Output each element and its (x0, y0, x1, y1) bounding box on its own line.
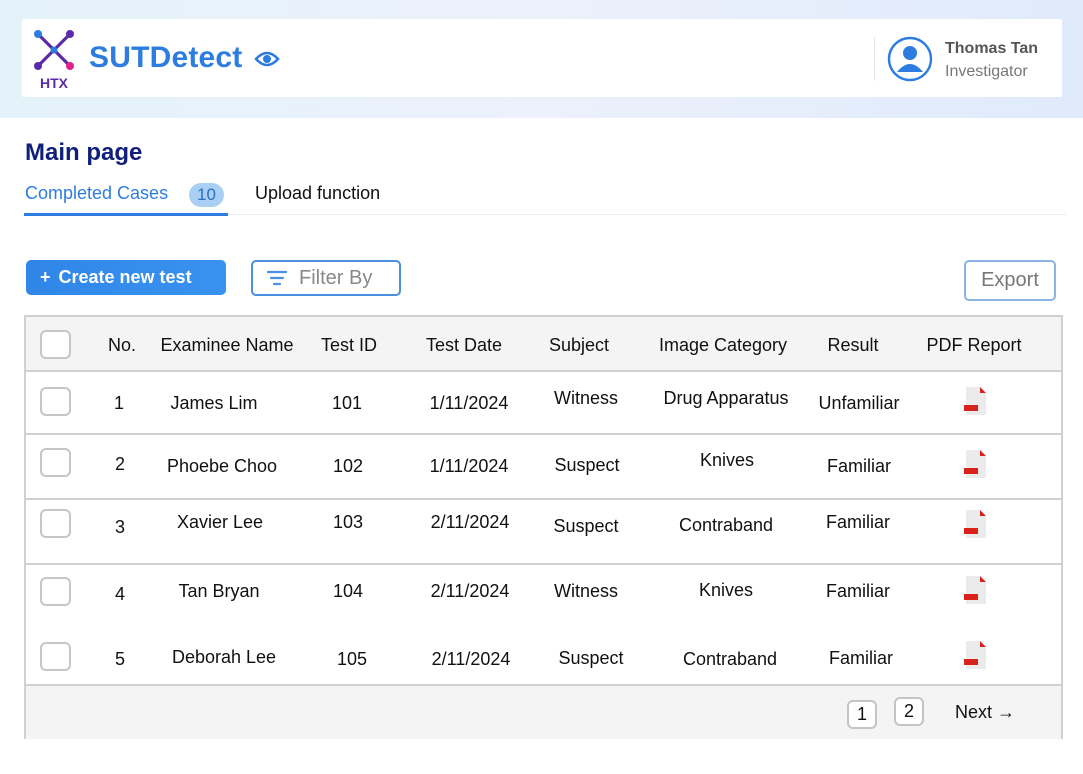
cell-test-date: 1/11/2024 (429, 456, 509, 476)
cell-subject: Suspect (558, 648, 624, 668)
page-title: Main page (25, 139, 143, 166)
cases-table: No. Examinee Name Test ID Test Date Subj… (24, 315, 1063, 739)
pdf-icon[interactable] (963, 509, 987, 539)
cell-test-date: 2/11/2024 (430, 512, 510, 532)
table-row: 5 Deborah Lee 105 2/11/2024 Suspect Cont… (26, 622, 1061, 686)
completed-count-badge: 10 (189, 183, 224, 207)
filter-by-button[interactable]: Filter By (251, 260, 401, 296)
table-row: 4 Tan Bryan 104 2/11/2024 Witness Knives… (26, 567, 1061, 630)
user-role: Investigator (945, 63, 1028, 80)
cell-test-id: 104 (332, 581, 364, 601)
table-row: 3 Xavier Lee 103 2/11/2024 Suspect Contr… (26, 502, 1061, 565)
logo-text: HTX (40, 75, 69, 91)
cell-subject: Witness (553, 581, 619, 601)
cell-subject: Witness (553, 388, 619, 408)
app-header: HTX SUTDetect Thomas Tan Investigator (22, 19, 1062, 97)
header-divider (874, 37, 875, 81)
col-examinee-name: Examinee Name (160, 335, 294, 355)
htx-logo: HTX (34, 30, 74, 91)
cell-no: 4 (114, 584, 126, 604)
row-checkbox[interactable] (40, 642, 71, 671)
table-row: 1 James Lim 101 1/11/2024 Witness Drug A… (26, 372, 1061, 435)
cell-image-category: Knives (699, 450, 755, 470)
cell-examinee-name: Tan Bryan (178, 581, 260, 601)
row-checkbox[interactable] (40, 509, 71, 538)
user-name: Thomas Tan (945, 40, 1039, 57)
cell-test-id: 103 (332, 512, 364, 532)
cell-no: 5 (114, 649, 126, 669)
cell-subject: Suspect (553, 516, 619, 536)
col-test-date: Test Date (425, 335, 503, 355)
col-pdf-report: PDF Report (926, 335, 1022, 355)
pdf-icon[interactable] (963, 386, 987, 416)
col-subject: Subject (548, 335, 610, 355)
cell-examinee-name: Phoebe Choo (166, 456, 278, 476)
filter-icon (266, 270, 288, 286)
cell-test-id: 105 (336, 649, 368, 669)
export-button[interactable]: Export (964, 260, 1056, 301)
cell-no: 2 (114, 454, 126, 474)
create-new-test-label: Create new test (58, 267, 192, 287)
row-checkbox[interactable] (40, 577, 71, 606)
page-1-button[interactable]: 1 (847, 700, 877, 729)
eye-icon (254, 51, 280, 67)
cell-examinee-name: Xavier Lee (176, 512, 264, 532)
tab-upload-function[interactable]: Upload function (255, 183, 380, 204)
pdf-icon[interactable] (963, 640, 987, 670)
user-avatar[interactable] (887, 36, 933, 82)
brand-name: SUTDetect (89, 41, 243, 74)
cell-result: Unfamiliar (818, 393, 900, 413)
plus-icon: + (40, 267, 51, 287)
cell-no: 1 (113, 393, 125, 413)
cell-result: Familiar (828, 648, 894, 668)
cell-image-category: Drug Apparatus (663, 388, 789, 408)
col-test-id: Test ID (320, 335, 378, 355)
cell-examinee-name: James Lim (170, 393, 258, 413)
cell-result: Familiar (826, 456, 892, 476)
cell-examinee-name: Deborah Lee (171, 647, 277, 667)
table-row: 2 Phoebe Choo 102 1/11/2024 Suspect Kniv… (26, 437, 1061, 500)
table-header: No. Examinee Name Test ID Test Date Subj… (26, 317, 1061, 372)
cell-test-id: 101 (331, 393, 363, 413)
col-no: No. (107, 335, 137, 355)
cell-result: Familiar (825, 512, 891, 532)
table-footer: 1 2 Next → (26, 686, 1061, 739)
cell-image-category: Knives (698, 580, 754, 600)
cell-test-date: 2/11/2024 (430, 581, 510, 601)
cell-subject: Suspect (554, 455, 620, 475)
tab-completed-cases[interactable]: Completed Cases (25, 183, 168, 204)
cell-result: Familiar (825, 581, 891, 601)
active-tab-indicator (24, 213, 228, 216)
pdf-icon[interactable] (963, 575, 987, 605)
row-checkbox[interactable] (40, 387, 71, 416)
page-2-button[interactable]: 2 (894, 697, 924, 726)
cell-test-id: 102 (332, 456, 364, 476)
col-image-category: Image Category (658, 335, 788, 355)
pdf-icon[interactable] (963, 449, 987, 479)
next-page-link[interactable]: Next → (955, 702, 1015, 723)
row-checkbox[interactable] (40, 448, 71, 477)
cell-test-date: 1/11/2024 (429, 393, 509, 413)
cell-image-category: Contraband (678, 515, 774, 535)
filter-by-label: Filter By (299, 266, 373, 289)
col-result: Result (827, 335, 879, 355)
select-all-checkbox[interactable] (40, 330, 71, 359)
cell-no: 3 (114, 517, 126, 537)
cell-test-date: 2/11/2024 (431, 649, 511, 669)
create-new-test-button[interactable]: + Create new test (26, 260, 226, 295)
cell-image-category: Contraband (682, 649, 778, 669)
